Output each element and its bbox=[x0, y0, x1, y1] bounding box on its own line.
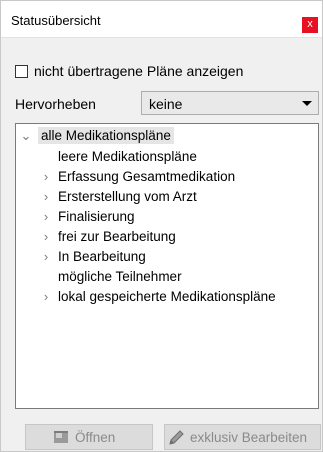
tree-node-label: frei zur Bearbeitung bbox=[58, 229, 176, 244]
close-button[interactable]: x bbox=[302, 17, 318, 33]
chevron-right-icon[interactable]: › bbox=[40, 187, 52, 207]
chevron-right-icon[interactable]: › bbox=[40, 167, 52, 187]
title-bar: Statusübersicht x bbox=[1, 1, 322, 38]
status-overview-window: Statusübersicht x nicht übertragene Plän… bbox=[0, 0, 323, 452]
show-untransferred-checkbox-row[interactable]: nicht übertragene Pläne anzeigen bbox=[15, 63, 243, 79]
chevron-down-icon[interactable]: ⌄ bbox=[20, 126, 32, 146]
tree-node-label: leere Medikationspläne bbox=[58, 149, 197, 164]
pencil-icon bbox=[168, 428, 186, 446]
show-untransferred-label[interactable]: nicht übertragene Pläne anzeigen bbox=[34, 63, 243, 79]
highlight-dropdown[interactable]: keine bbox=[141, 91, 319, 115]
open-button[interactable]: Öffnen bbox=[25, 424, 153, 450]
tree-node-label: mögliche Teilnehmer bbox=[58, 269, 182, 284]
tree-node-label: Ersterstellung vom Arzt bbox=[58, 189, 197, 204]
open-button-label: Öffnen bbox=[75, 429, 116, 445]
chevron-right-icon[interactable]: › bbox=[40, 287, 52, 307]
highlight-dropdown-value: keine bbox=[149, 96, 183, 112]
chevron-right-icon[interactable]: › bbox=[40, 227, 52, 247]
tree-node-label: lokal gespeicherte Medikationspläne bbox=[58, 289, 276, 304]
chevron-right-icon[interactable]: › bbox=[40, 247, 52, 267]
exclusive-edit-button[interactable]: exklusiv Bearbeiten bbox=[164, 424, 321, 450]
highlight-label: Hervorheben bbox=[15, 96, 96, 112]
window-title: Statusübersicht bbox=[11, 13, 101, 28]
exclusive-edit-button-label: exklusiv Bearbeiten bbox=[190, 429, 308, 445]
chevron-down-icon bbox=[302, 101, 312, 106]
tree-node-label: Erfassung Gesamtmedikation bbox=[58, 169, 236, 184]
tree-node-label: Finalisierung bbox=[58, 209, 135, 224]
show-untransferred-checkbox[interactable] bbox=[15, 64, 28, 78]
status-tree[interactable]: ⌄ alle Medikationspläne leere Medikation… bbox=[15, 123, 319, 409]
chevron-right-icon[interactable]: › bbox=[40, 207, 52, 227]
tree-node-label: In Bearbeitung bbox=[58, 249, 146, 264]
tree-node-label: alle Medikationspläne bbox=[38, 127, 174, 144]
open-icon bbox=[53, 430, 69, 444]
